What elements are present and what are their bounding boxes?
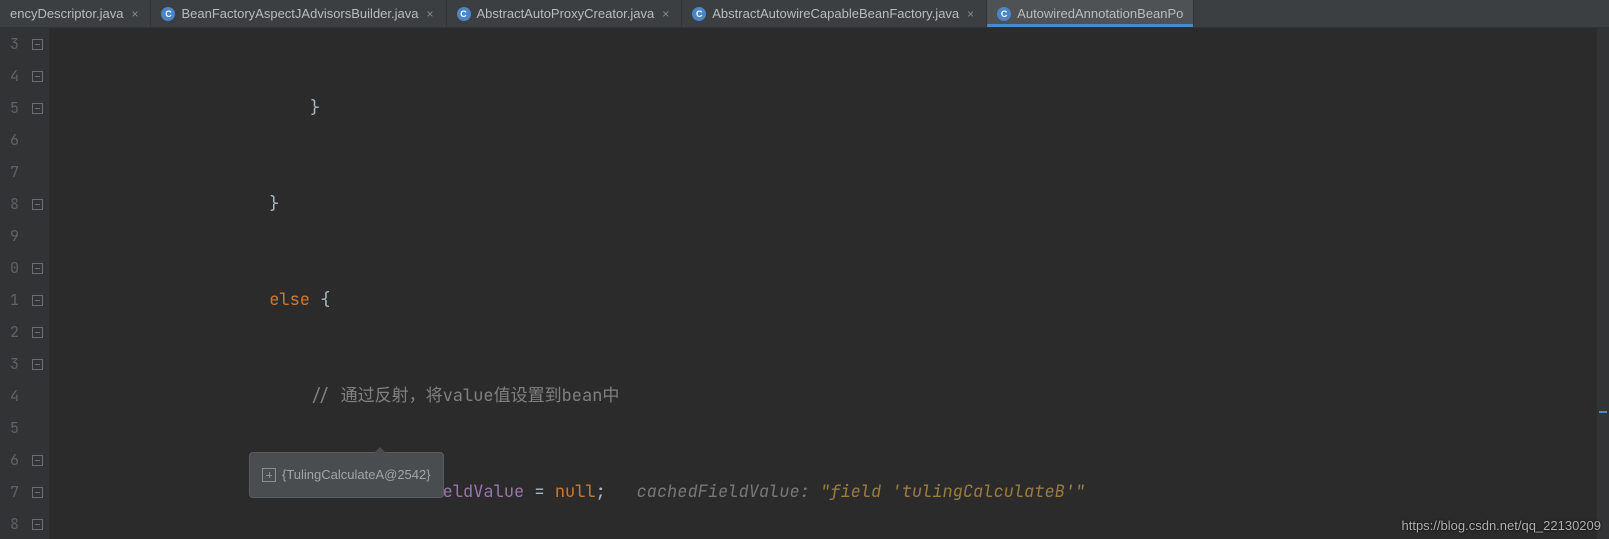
fold-toggle[interactable] — [25, 508, 49, 539]
close-icon[interactable]: × — [424, 7, 435, 21]
line-number: 6 — [0, 444, 19, 476]
line-number: 3 — [0, 348, 19, 380]
line-number: 5 — [0, 412, 19, 444]
tab-0[interactable]: encyDescriptor.java × — [0, 0, 151, 27]
fold-minus-icon — [32, 327, 43, 338]
tab-label: AbstractAutowireCapableBeanFactory.java — [712, 6, 959, 21]
fold-toggle[interactable] — [25, 28, 49, 60]
fold-toggle[interactable] — [25, 252, 49, 284]
tab-4[interactable]: C AutowiredAnnotationBeanPo — [987, 0, 1194, 27]
close-icon[interactable]: × — [660, 7, 671, 21]
fold-minus-icon — [32, 199, 43, 210]
fold-minus-icon — [32, 359, 43, 370]
line-number: 5 — [0, 92, 19, 124]
tab-1[interactable]: C BeanFactoryAspectJAdvisorsBuilder.java… — [151, 0, 446, 27]
code-line: } — [55, 188, 1609, 220]
fold-minus-icon — [32, 455, 43, 466]
fold-toggle[interactable] — [25, 412, 49, 444]
fold-toggle[interactable] — [25, 476, 49, 508]
inline-hint: cachedFieldValue: — [636, 481, 820, 503]
line-number-gutter: 3456789012345678 — [0, 28, 25, 539]
fold-toggle[interactable] — [25, 92, 49, 124]
fold-toggle[interactable] — [25, 124, 49, 156]
line-number: 7 — [0, 476, 19, 508]
fold-toggle[interactable] — [25, 316, 49, 348]
popup-value: {TulingCalculateA@2542} — [282, 459, 431, 491]
code-editor[interactable]: 3456789012345678 } } else { // 通过反射，将val… — [0, 28, 1609, 539]
inline-hint-value: "field 'tulingCalculateB'" — [820, 481, 1085, 503]
code-line: // 通过反射，将value值设置到bean中 — [55, 380, 1609, 412]
tab-label: AbstractAutoProxyCreator.java — [477, 6, 655, 21]
line-number: 8 — [0, 508, 19, 539]
fold-minus-icon — [32, 519, 43, 530]
line-number: 7 — [0, 156, 19, 188]
fold-toggle[interactable] — [25, 60, 49, 92]
class-icon: C — [457, 7, 471, 21]
line-number: 9 — [0, 220, 19, 252]
editor-minimap[interactable] — [1597, 28, 1609, 539]
tab-label: AutowiredAnnotationBeanPo — [1017, 6, 1183, 21]
fold-toggle[interactable] — [25, 380, 49, 412]
fold-toggle[interactable] — [25, 284, 49, 316]
fold-minus-icon — [32, 295, 43, 306]
fold-gutter[interactable] — [25, 28, 49, 539]
tab-label: BeanFactoryAspectJAdvisorsBuilder.java — [181, 6, 418, 21]
fold-minus-icon — [32, 39, 43, 50]
line-number: 0 — [0, 252, 19, 284]
fold-minus-icon — [32, 71, 43, 82]
close-icon[interactable]: × — [129, 7, 140, 21]
code-line: } — [55, 92, 1609, 124]
line-number: 8 — [0, 188, 19, 220]
fold-toggle[interactable] — [25, 188, 49, 220]
line-number: 3 — [0, 28, 19, 60]
watermark: https://blog.csdn.net/qq_22130209 — [1402, 518, 1602, 533]
line-number: 6 — [0, 124, 19, 156]
line-number: 4 — [0, 60, 19, 92]
fold-toggle[interactable] — [25, 348, 49, 380]
fold-toggle[interactable] — [25, 220, 49, 252]
class-icon: C — [997, 7, 1011, 21]
class-icon: C — [692, 7, 706, 21]
fold-toggle[interactable] — [25, 156, 49, 188]
code-area[interactable]: } } else { // 通过反射，将value值设置到bean中 this.… — [49, 28, 1609, 539]
tab-label: encyDescriptor.java — [10, 6, 123, 21]
line-number: 4 — [0, 380, 19, 412]
editor-tab-bar: encyDescriptor.java × C BeanFactoryAspec… — [0, 0, 1609, 28]
tab-2[interactable]: C AbstractAutoProxyCreator.java × — [447, 0, 683, 27]
line-number: 2 — [0, 316, 19, 348]
tab-3[interactable]: C AbstractAutowireCapableBeanFactory.jav… — [682, 0, 987, 27]
fold-minus-icon — [32, 263, 43, 274]
expand-icon[interactable] — [262, 468, 276, 482]
close-icon[interactable]: × — [965, 7, 976, 21]
code-line: else { — [55, 284, 1609, 316]
class-icon: C — [161, 7, 175, 21]
debug-value-popup[interactable]: {TulingCalculateA@2542} — [249, 452, 444, 498]
fold-toggle[interactable] — [25, 444, 49, 476]
fold-minus-icon — [32, 103, 43, 114]
line-number: 1 — [0, 284, 19, 316]
fold-minus-icon — [32, 487, 43, 498]
